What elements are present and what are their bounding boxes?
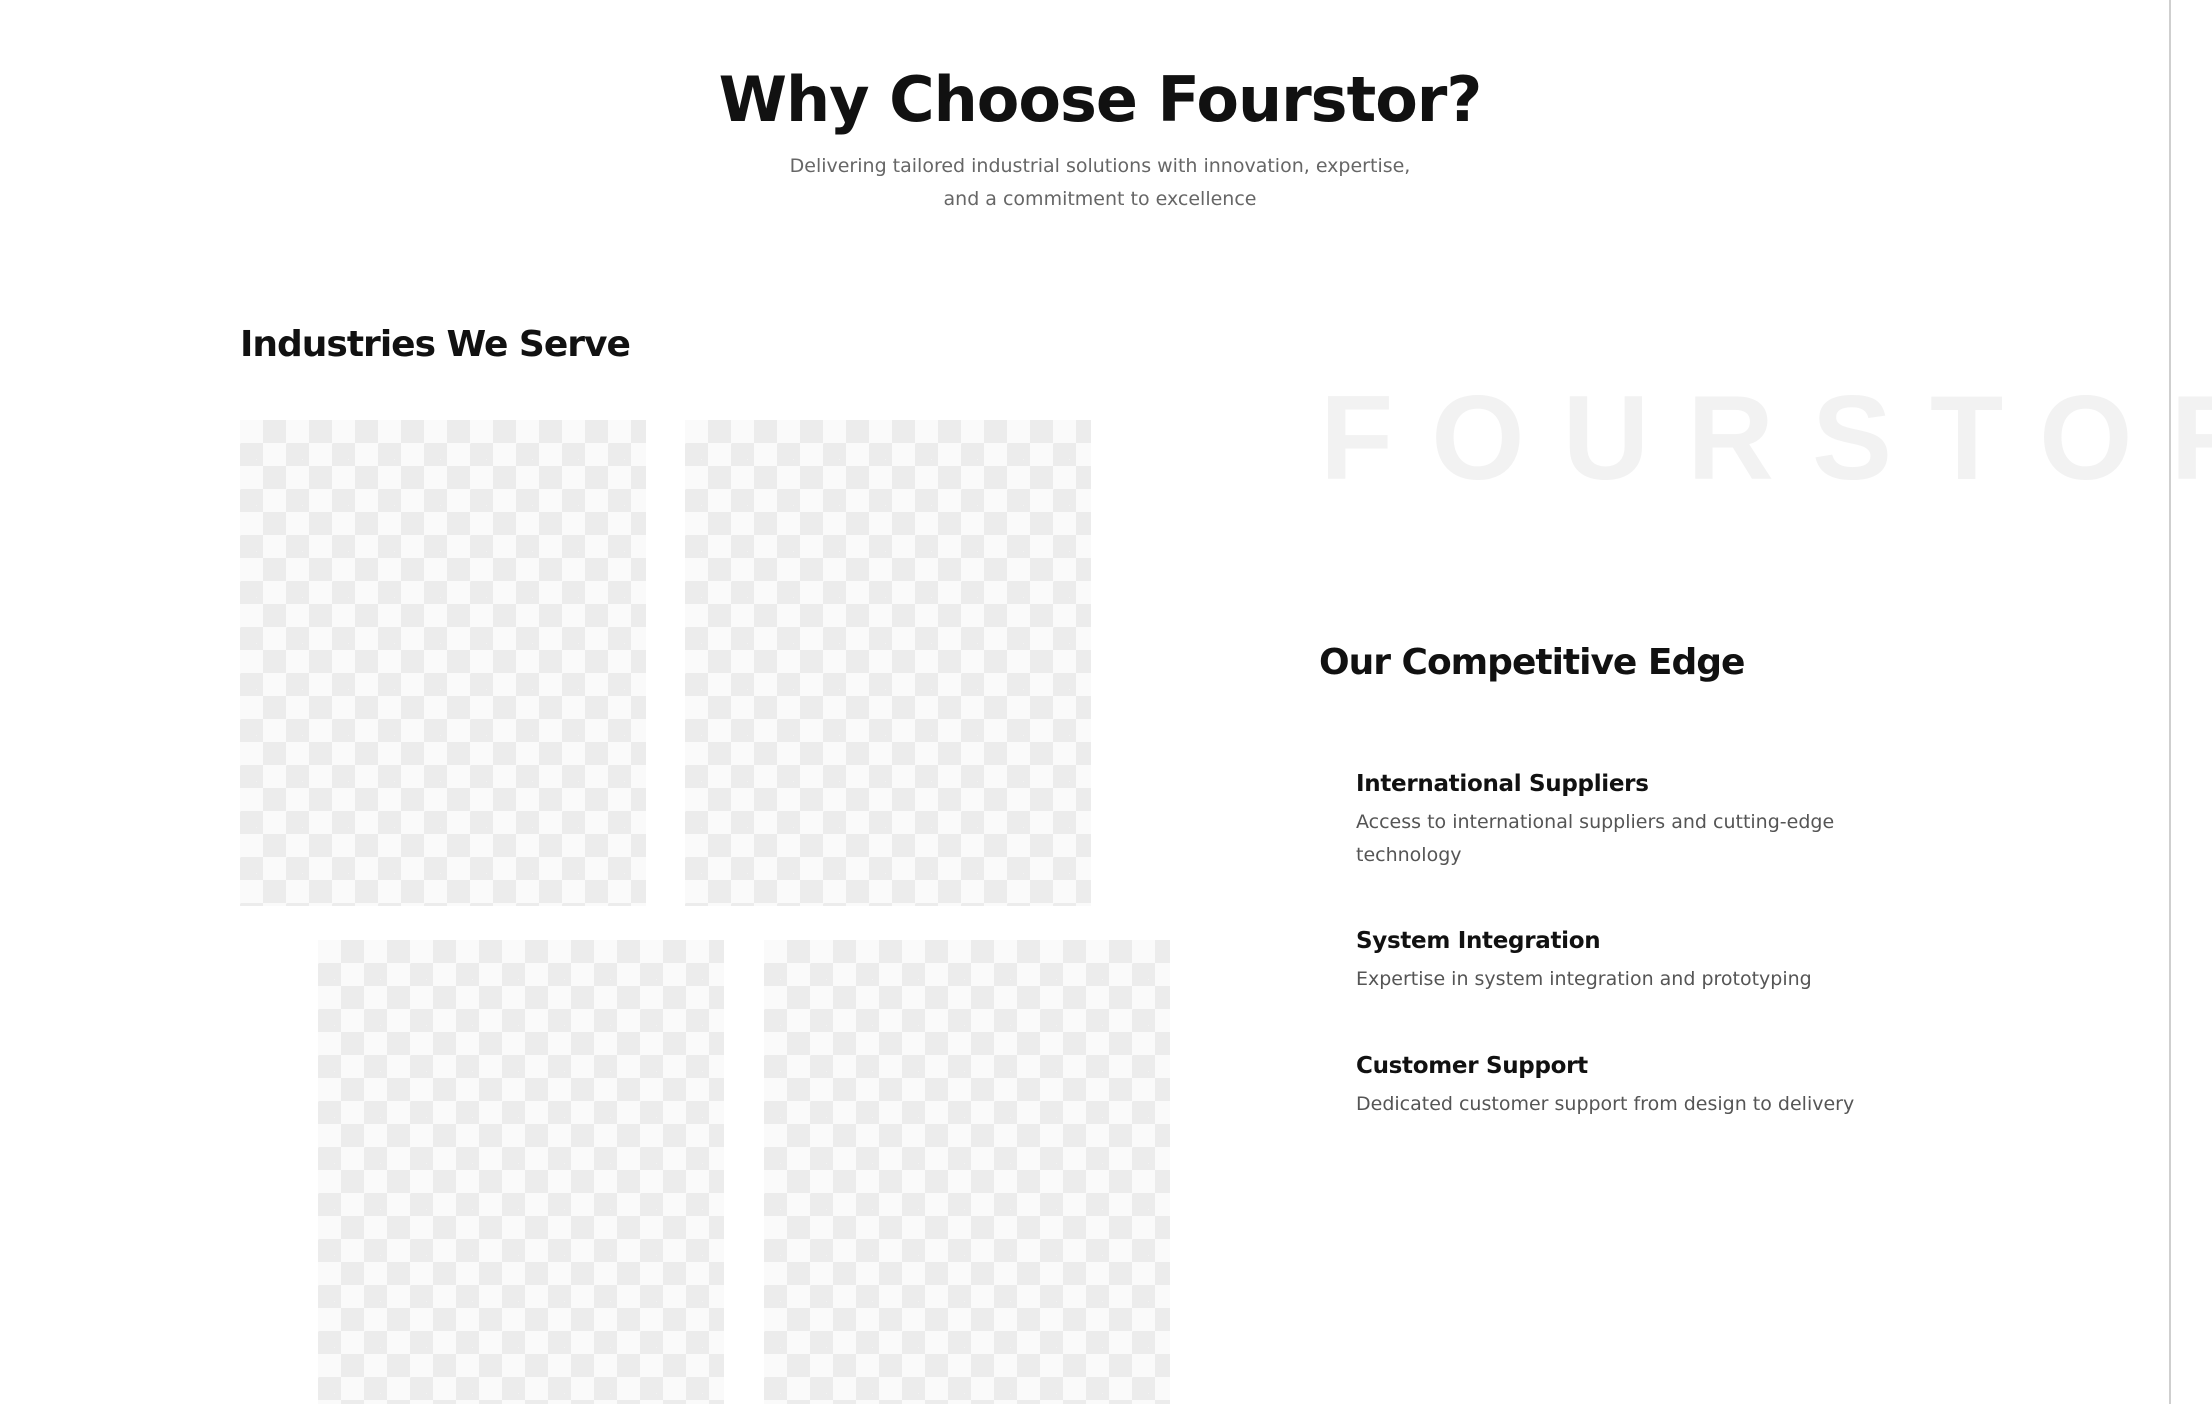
industry-image-4 xyxy=(764,940,1170,1404)
edge-item-title: Customer Support xyxy=(1356,1053,1588,1079)
edge-item-international-suppliers: International Suppliers Access to intern… xyxy=(1356,766,1876,872)
industry-image-2 xyxy=(685,420,1091,906)
edge-item-title: System Integration xyxy=(1356,928,1601,954)
brand-watermark: FOURSTOR xyxy=(1320,371,2212,505)
competitive-edge-heading: Our Competitive Edge xyxy=(1319,642,1745,683)
page-edge-divider xyxy=(2169,0,2171,1404)
industries-heading: Industries We Serve xyxy=(240,324,631,365)
edge-item-description: Access to international suppliers and cu… xyxy=(1356,811,1835,866)
edge-item-description: Expertise in system integration and prot… xyxy=(1356,968,1812,990)
industry-image-3 xyxy=(318,940,724,1404)
page-subtitle: Delivering tailored industrial solutions… xyxy=(789,155,1411,210)
edge-item-customer-support: Customer Support Dedicated customer supp… xyxy=(1356,1048,1876,1121)
edge-item-title: International Suppliers xyxy=(1356,771,1649,797)
industry-image-1 xyxy=(240,420,646,906)
edge-item-description: Dedicated customer support from design t… xyxy=(1356,1093,1855,1115)
page-title: Why Choose Fourstor? xyxy=(718,63,1483,136)
edge-item-system-integration: System Integration Expertise in system i… xyxy=(1356,923,1876,996)
